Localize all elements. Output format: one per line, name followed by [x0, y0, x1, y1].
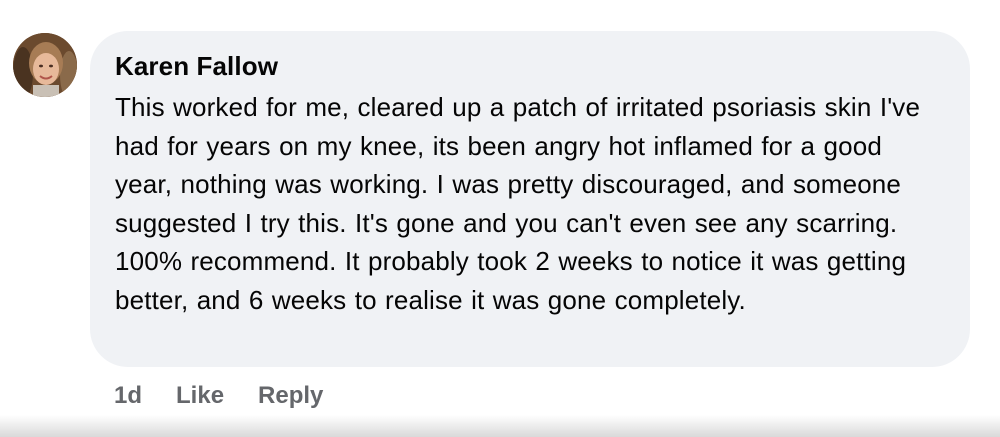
comment-timestamp[interactable]: 1d [114, 382, 142, 410]
comment-actions: 1d Like Reply [114, 378, 323, 414]
reply-button[interactable]: Reply [258, 382, 323, 410]
comment-page: Karen Fallow This worked for me, cleared… [0, 0, 1000, 437]
comment-bubble: Karen Fallow This worked for me, cleared… [90, 31, 970, 367]
avatar-photo [13, 33, 77, 97]
comment-body-text: This worked for me, cleared up a patch o… [115, 92, 921, 315]
comment-author-name[interactable]: Karen Fallow [115, 49, 944, 83]
avatar[interactable] [13, 33, 77, 97]
like-button[interactable]: Like [176, 382, 224, 410]
bottom-divider-shadow [0, 415, 1000, 437]
